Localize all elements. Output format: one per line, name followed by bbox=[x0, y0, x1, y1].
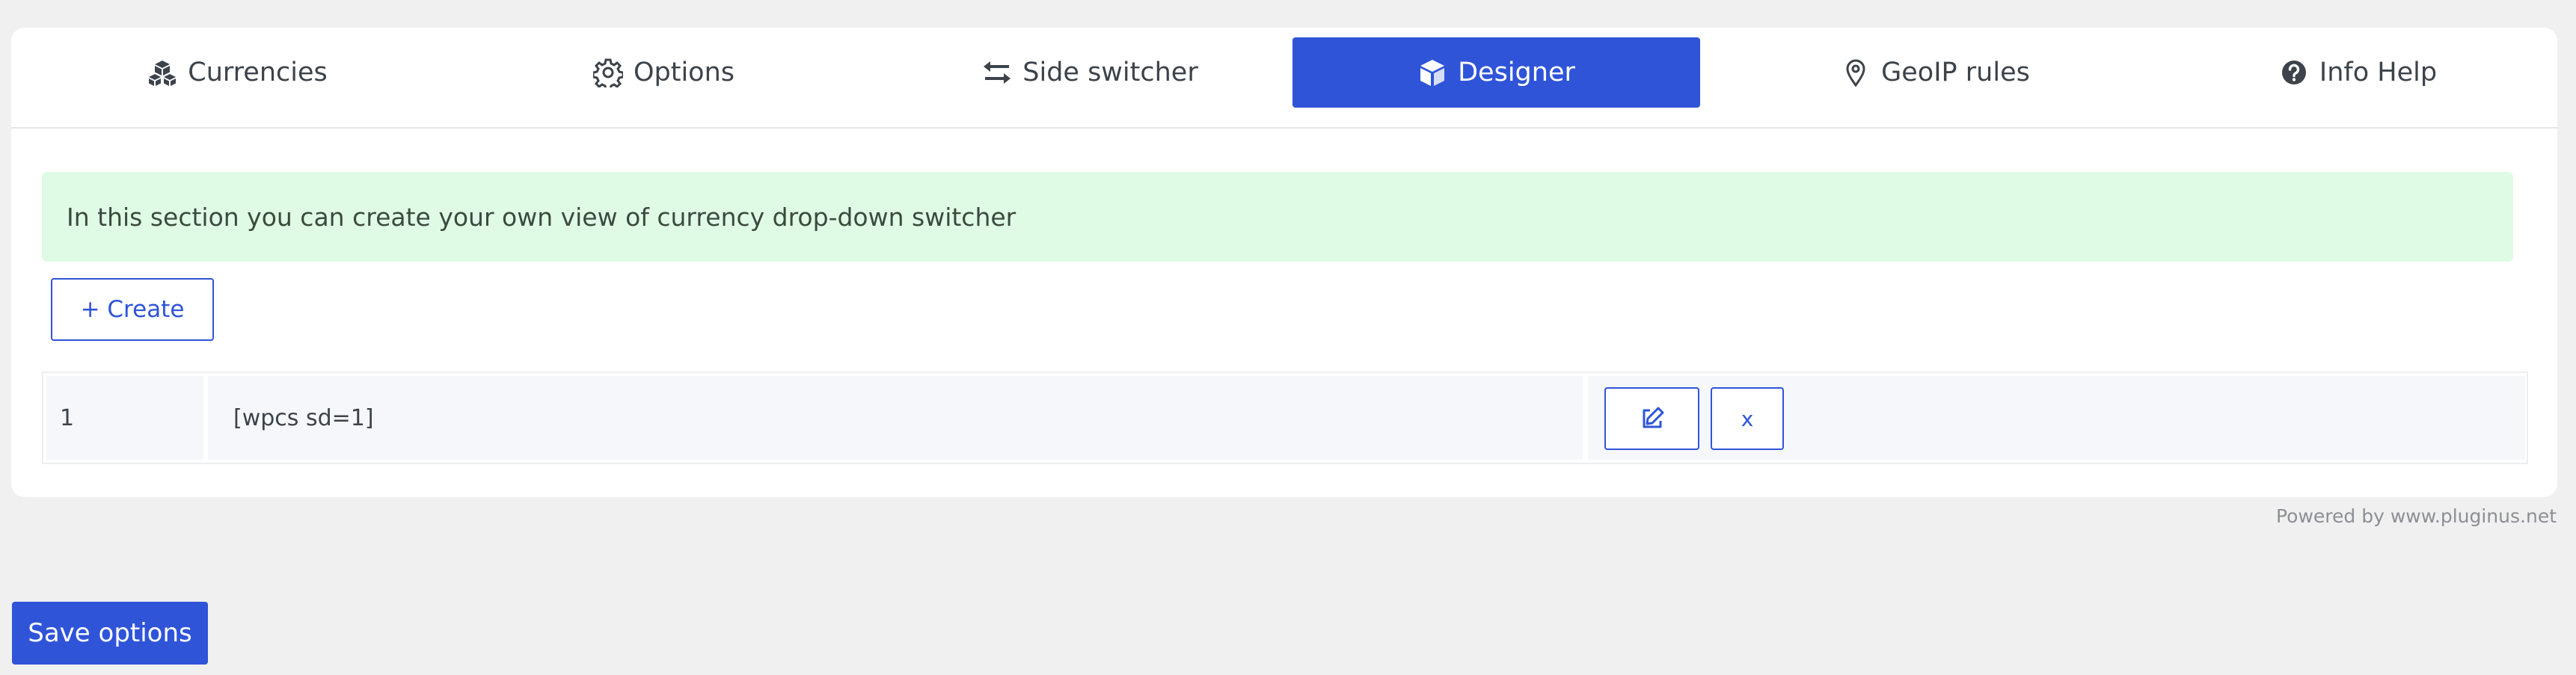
save-options-button[interactable]: Save options bbox=[12, 602, 208, 665]
tab-label: GeoIP rules bbox=[1881, 58, 2030, 87]
actions-cell: x bbox=[1588, 376, 2525, 460]
create-button[interactable]: + Create bbox=[51, 278, 214, 341]
info-notice: In this section you can create your own … bbox=[42, 172, 2513, 262]
arrows-exchange-icon bbox=[982, 58, 1012, 87]
cubes-icon bbox=[147, 58, 177, 87]
row-id-cell: 1 bbox=[46, 376, 203, 460]
tab-designer[interactable]: Designer bbox=[1292, 37, 1700, 108]
tab-label: Options bbox=[633, 58, 735, 87]
tab-label: Currencies bbox=[188, 58, 328, 87]
edit-icon bbox=[1640, 406, 1665, 431]
shortcode-text: [wpcs sd=1] bbox=[233, 404, 374, 431]
cube-icon bbox=[1417, 58, 1447, 87]
tab-side-switcher[interactable]: Side switcher bbox=[886, 37, 1294, 108]
tab-info-help[interactable]: Info Help bbox=[2154, 37, 2557, 108]
shortcode-cell: [wpcs sd=1] bbox=[208, 376, 1583, 460]
settings-panel: Currencies Options Side switcher Designe… bbox=[11, 28, 2557, 497]
powered-by-text: Powered by www.pluginus.net bbox=[2276, 505, 2557, 527]
create-button-label: + Create bbox=[80, 296, 185, 323]
designs-table: 1 [wpcs sd=1] x bbox=[42, 372, 2528, 464]
tab-options[interactable]: Options bbox=[460, 37, 868, 108]
tab-currencies[interactable]: Currencies bbox=[34, 37, 441, 108]
edit-button[interactable] bbox=[1604, 387, 1699, 450]
tab-label: Info Help bbox=[2319, 58, 2438, 87]
row-id: 1 bbox=[60, 404, 75, 431]
tab-label: Designer bbox=[1458, 58, 1575, 87]
tab-label: Side switcher bbox=[1022, 58, 1198, 87]
delete-label: x bbox=[1741, 406, 1754, 431]
question-circle-icon bbox=[2279, 58, 2309, 87]
map-pin-icon bbox=[1841, 58, 1871, 87]
delete-button[interactable]: x bbox=[1711, 387, 1784, 450]
tab-geoip-rules[interactable]: GeoIP rules bbox=[1732, 37, 2139, 108]
save-button-label: Save options bbox=[28, 618, 192, 648]
tab-bar: Currencies Options Side switcher Designe… bbox=[11, 28, 2557, 129]
gear-icon bbox=[592, 58, 623, 87]
notice-text: In this section you can create your own … bbox=[67, 202, 1016, 232]
